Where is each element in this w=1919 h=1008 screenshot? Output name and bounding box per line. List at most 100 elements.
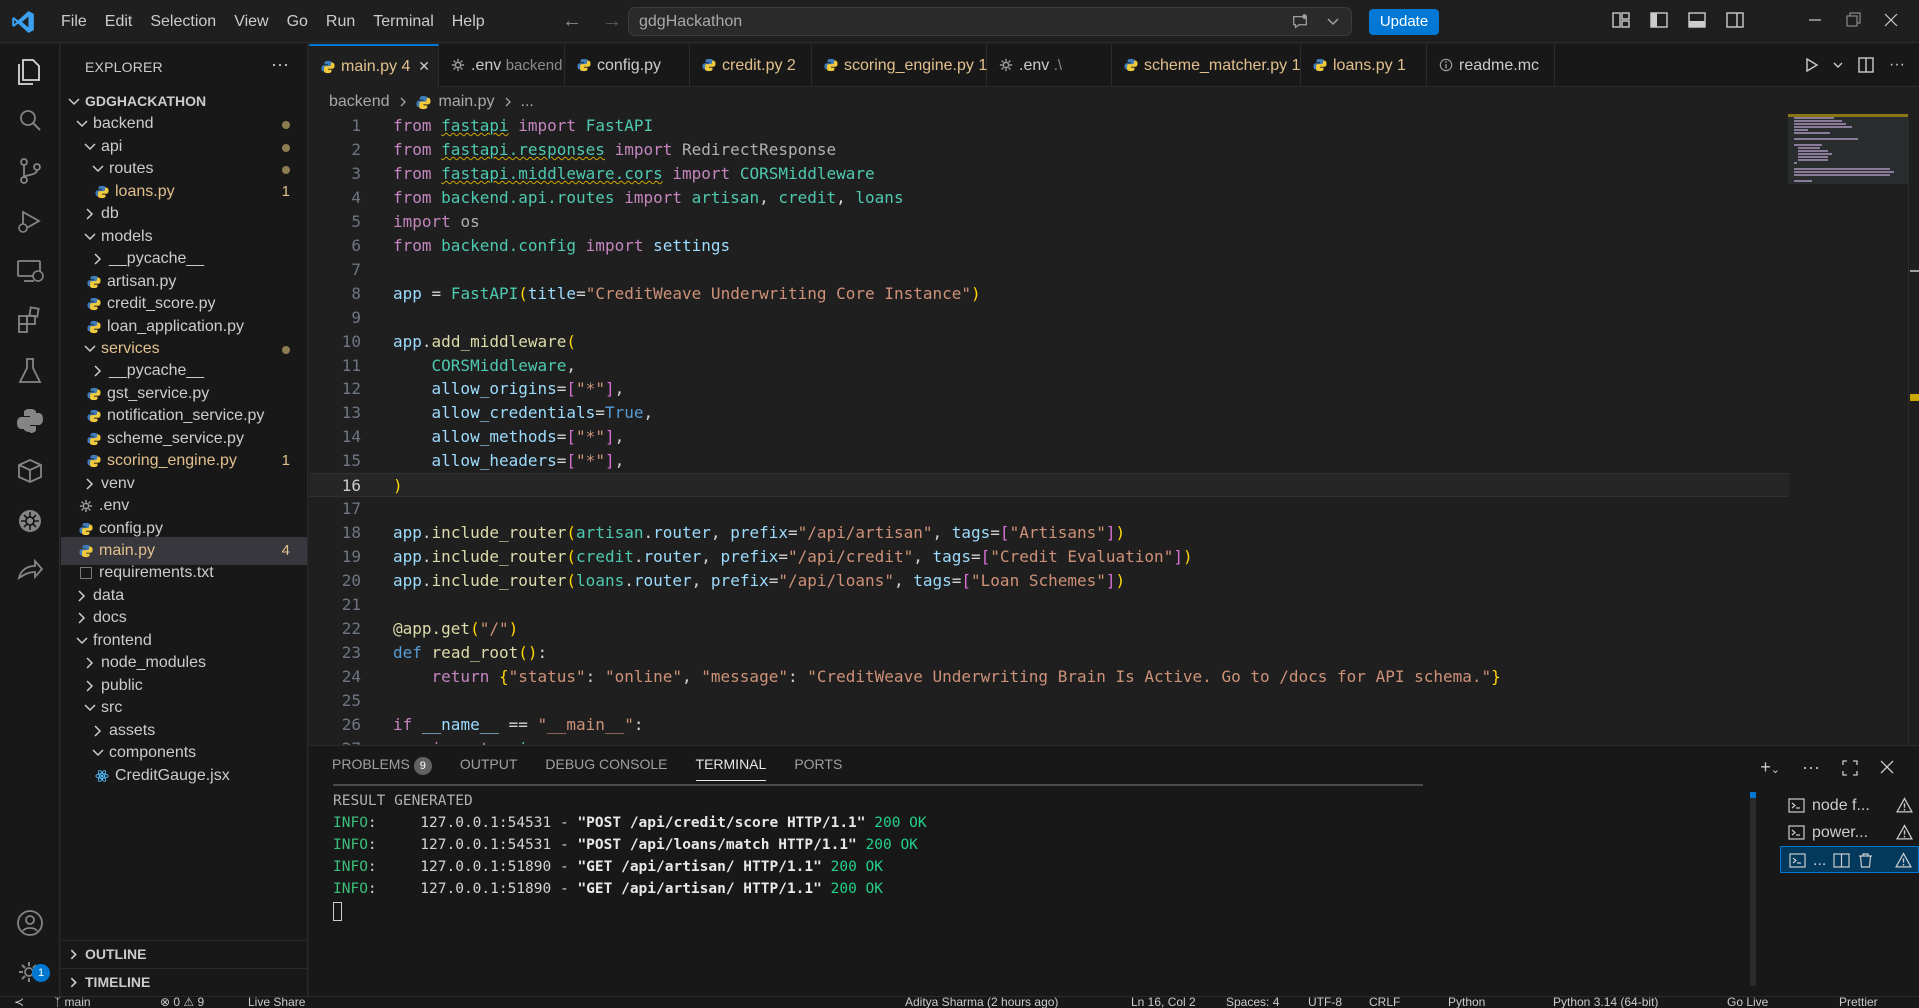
chevron-down-icon[interactable] xyxy=(1833,60,1843,70)
menu-edit[interactable]: Edit xyxy=(96,13,142,31)
terminal-output[interactable]: RESULT GENERATED INFO: 127.0.0.1:54531 - … xyxy=(333,790,1523,990)
remote-explorer-icon[interactable] xyxy=(13,254,47,288)
forward-arrow-icon[interactable]: → xyxy=(602,10,622,33)
close-panel-icon[interactable] xyxy=(1880,760,1894,774)
editor-tab[interactable]: .env backend xyxy=(439,44,565,87)
breadcrumb-file[interactable]: main.py xyxy=(439,93,495,111)
editor-tab[interactable]: config.py xyxy=(565,44,690,87)
close-window-icon[interactable] xyxy=(1881,10,1901,30)
toggle-panel-icon[interactable] xyxy=(1687,10,1707,30)
language-mode[interactable]: Python xyxy=(1448,997,1485,1008)
extensions-icon[interactable] xyxy=(13,304,47,338)
breadcrumb-folder[interactable]: backend xyxy=(329,93,390,111)
code-token: , xyxy=(759,187,779,207)
prettier-status[interactable]: Prettier xyxy=(1839,997,1878,1008)
maximize-panel-icon[interactable] xyxy=(1842,760,1858,776)
panel-tab-output[interactable]: OUTPUT xyxy=(460,756,518,781)
code-line: 16) xyxy=(309,473,1789,498)
panel-tab-ports[interactable]: PORTS xyxy=(794,756,842,781)
chevron-down-icon[interactable] xyxy=(1327,17,1339,27)
remote-indicator-icon[interactable]: ≺ xyxy=(14,997,24,1008)
cursor-position[interactable]: Ln 16, Col 2 xyxy=(1131,997,1196,1008)
live-share-icon[interactable] xyxy=(13,554,47,588)
toggle-secondary-sidebar-icon[interactable] xyxy=(1725,10,1745,30)
more-actions-icon[interactable]: ··· xyxy=(1802,757,1820,778)
kubernetes-icon[interactable] xyxy=(13,504,47,538)
encoding-status[interactable]: UTF-8 xyxy=(1308,997,1342,1008)
restore-icon[interactable] xyxy=(1843,10,1863,30)
toggle-primary-sidebar-icon[interactable] xyxy=(1649,10,1669,30)
indentation-status[interactable]: Spaces: 4 xyxy=(1226,997,1279,1008)
terminal-instance[interactable]: ... xyxy=(1780,846,1919,873)
breadcrumb-tail[interactable]: ... xyxy=(521,93,534,111)
terminal-token: : 127.0.0.1:54531 - xyxy=(367,837,578,853)
code-token: "CreditWeave Underwriting Brain Is Activ… xyxy=(807,666,1492,686)
close-icon[interactable]: ✕ xyxy=(418,46,430,87)
terminal-scrollbar[interactable] xyxy=(1750,792,1756,986)
eol-status[interactable]: CRLF xyxy=(1369,997,1400,1008)
menu-run[interactable]: Run xyxy=(317,13,364,31)
terminal-icon xyxy=(1789,853,1806,868)
run-python-icon[interactable] xyxy=(1803,57,1819,73)
editor-tab[interactable]: readme.mc xyxy=(1427,44,1555,87)
panel-tab-terminal[interactable]: TERMINAL xyxy=(695,756,767,781)
live-share-status[interactable]: Live Share xyxy=(248,997,305,1008)
menu-terminal[interactable]: Terminal xyxy=(364,13,442,31)
testing-icon[interactable] xyxy=(13,354,47,388)
editor-tab[interactable]: main.py 4 ✕ xyxy=(309,44,439,87)
editor-tab[interactable]: credit.py 2 xyxy=(690,44,812,87)
explorer-more-actions[interactable]: ··· xyxy=(271,54,289,75)
editor-scrollbar[interactable] xyxy=(1908,114,1919,745)
line-number: 13 xyxy=(341,403,361,423)
code-line: 4 from backend.api.routes import artisan,… xyxy=(309,186,1789,210)
editor-tab[interactable]: scheme_matcher.py 1 xyxy=(1112,44,1301,87)
editor-tab[interactable]: .env .\ xyxy=(987,44,1112,87)
python-interpreter[interactable]: Python 3.14 (64-bit) xyxy=(1553,997,1658,1008)
git-blame-status[interactable]: Aditya Sharma (2 hours ago) xyxy=(905,997,1058,1008)
tab-label: scoring_engine.py 1 xyxy=(844,44,987,87)
copilot-chat-icon[interactable] xyxy=(1291,13,1309,31)
go-live-button[interactable]: Go Live xyxy=(1727,997,1768,1008)
code-line: 1 from fastapi import FastAPI xyxy=(309,114,1789,138)
tree-file[interactable]: CreditGauge.jsx xyxy=(61,762,307,790)
run-debug-icon[interactable] xyxy=(13,204,47,238)
code-editor[interactable]: 1 from fastapi import FastAPI 2 from fastap… xyxy=(309,114,1919,745)
editor-tab[interactable]: scoring_engine.py 1 xyxy=(812,44,987,87)
code-token: = xyxy=(990,523,1000,543)
code-token: () xyxy=(518,642,538,662)
tab-file-name: credit.py xyxy=(722,57,783,74)
git-branch[interactable]: ᛉ main xyxy=(54,997,91,1008)
customize-layout-icon[interactable] xyxy=(1611,10,1631,30)
menu-file[interactable]: File xyxy=(52,13,96,31)
problems-indicator[interactable]: ⊗ 0 ⚠ 9 xyxy=(160,997,204,1008)
terminal-instance[interactable]: power... xyxy=(1780,819,1919,846)
timeline-section-header[interactable]: TIMELINE xyxy=(61,968,307,995)
minimize-icon[interactable] xyxy=(1805,10,1825,30)
minimap[interactable] xyxy=(1788,114,1908,745)
vscode-logo-icon xyxy=(12,11,34,33)
containers-icon[interactable] xyxy=(13,454,47,488)
menu-go[interactable]: Go xyxy=(278,13,317,31)
panel-tab-problems[interactable]: PROBLEMS 9 xyxy=(332,756,432,781)
search-icon[interactable] xyxy=(13,104,47,138)
update-button[interactable]: Update xyxy=(1369,9,1439,35)
panel-tab-debug-console[interactable]: DEBUG CONSOLE xyxy=(545,756,667,781)
menu-help[interactable]: Help xyxy=(443,13,494,31)
terminal-token: 200 OK xyxy=(865,837,918,853)
more-actions-icon[interactable]: ··· xyxy=(1889,56,1905,74)
terminal-instance[interactable]: node f... xyxy=(1780,792,1919,819)
accounts-icon[interactable] xyxy=(13,906,47,940)
command-center-search[interactable]: gdgHackathon xyxy=(628,7,1352,36)
source-control-icon[interactable] xyxy=(13,154,47,188)
editor-tab[interactable]: loans.py 1 xyxy=(1301,44,1427,87)
python-icon[interactable] xyxy=(13,404,47,438)
explorer-icon[interactable] xyxy=(13,54,47,88)
menu-selection[interactable]: Selection xyxy=(141,13,225,31)
outline-section-header[interactable]: OUTLINE xyxy=(61,940,307,967)
split-editor-icon[interactable] xyxy=(1857,56,1875,74)
back-arrow-icon[interactable]: ← xyxy=(562,10,582,33)
menu-view[interactable]: View xyxy=(225,13,277,31)
new-terminal-icon[interactable]: +⌄ xyxy=(1760,757,1780,778)
